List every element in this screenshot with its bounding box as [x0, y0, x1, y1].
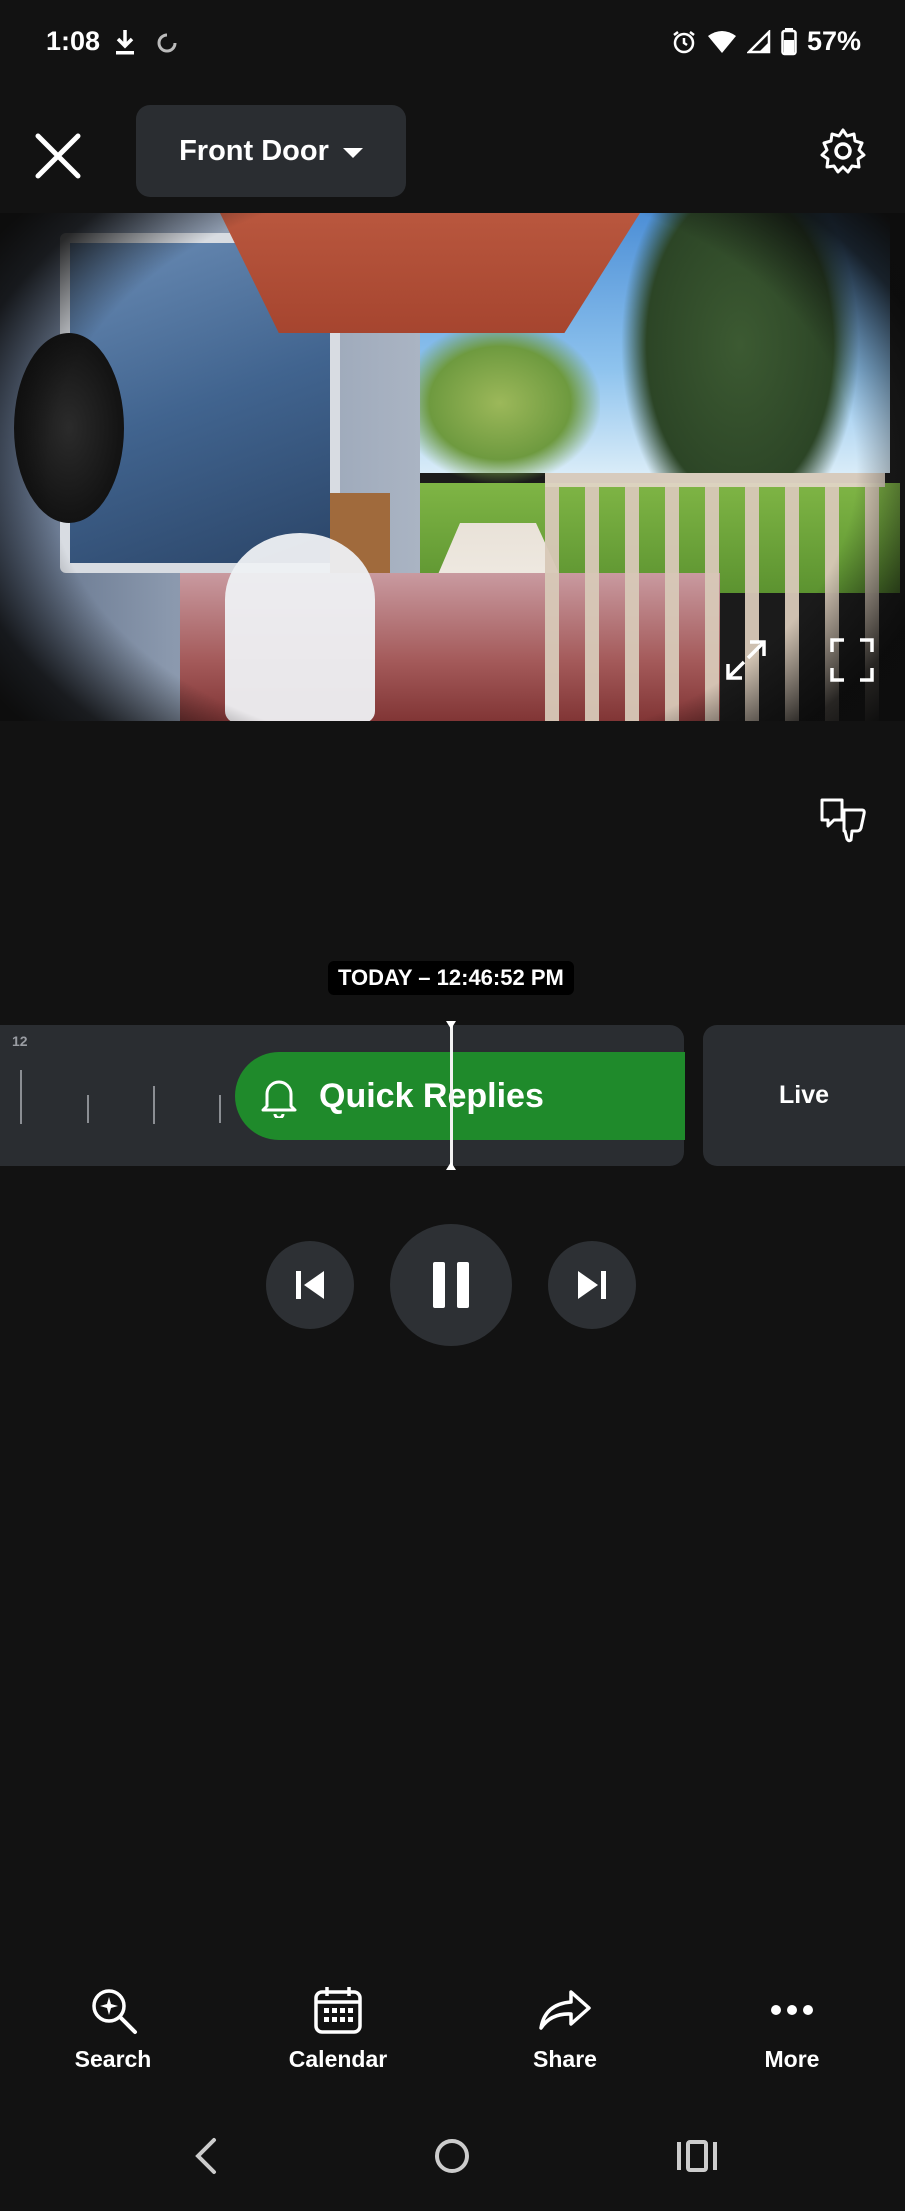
- battery-percent: 57%: [806, 26, 861, 56]
- timeline-tick: [20, 1070, 22, 1124]
- skip-previous-icon: [296, 1271, 324, 1299]
- bell-icon: [261, 1080, 297, 1118]
- pause-button[interactable]: [390, 1224, 512, 1346]
- thumbs-down-feedback-icon[interactable]: [818, 794, 868, 844]
- share-label: Share: [533, 2046, 597, 2072]
- timeline-playhead[interactable]: [450, 1021, 453, 1170]
- timeline-tick: [87, 1095, 89, 1123]
- more-action[interactable]: More: [712, 1984, 872, 2073]
- search-action[interactable]: Search: [33, 1984, 193, 2073]
- calendar-icon: [314, 1987, 362, 2034]
- share-icon: [539, 1990, 591, 2030]
- search-label: Search: [74, 2046, 152, 2072]
- skip-next-icon: [578, 1271, 606, 1299]
- download-icon: [116, 30, 134, 55]
- live-button[interactable]: Live: [703, 1025, 905, 1166]
- timestamp-label: TODAY – 12:46:52 PM: [328, 961, 574, 995]
- more-dots-icon: [771, 2005, 813, 2015]
- home-nav-icon[interactable]: [432, 2136, 472, 2176]
- playhead-cap-bottom: [446, 1162, 456, 1170]
- device-selector[interactable]: Front Door: [136, 105, 406, 197]
- share-action[interactable]: Share: [485, 1984, 645, 2073]
- signal-icon: [746, 29, 771, 53]
- calendar-action[interactable]: Calendar: [258, 1984, 418, 2073]
- calendar-label: Calendar: [288, 2046, 388, 2072]
- battery-icon: [781, 27, 797, 55]
- timeline-tick: [219, 1095, 221, 1123]
- quick-replies-event[interactable]: Quick Replies: [235, 1052, 685, 1140]
- fullscreen-icon[interactable]: [828, 636, 876, 684]
- timeline-tick: [153, 1086, 155, 1124]
- status-right-group: 57%: [671, 26, 861, 57]
- playhead-cap-top: [446, 1021, 456, 1029]
- timeline-hour-label: 12: [12, 1033, 28, 1049]
- more-label: More: [764, 2046, 820, 2072]
- gear-icon[interactable]: [818, 126, 868, 176]
- status-time: 1:08: [46, 26, 101, 56]
- next-button[interactable]: [548, 1241, 636, 1329]
- chevron-down-icon: [342, 148, 363, 158]
- sync-icon: [157, 33, 177, 53]
- device-name: Front Door: [179, 134, 329, 167]
- search-sparkle-icon: [92, 1989, 137, 2034]
- alarm-icon: [673, 30, 695, 53]
- event-label: Quick Replies: [319, 1076, 544, 1115]
- previous-button[interactable]: [266, 1241, 354, 1329]
- back-nav-icon[interactable]: [190, 2136, 220, 2176]
- close-icon[interactable]: [28, 126, 88, 186]
- wifi-icon: [707, 30, 736, 53]
- expand-icon[interactable]: [722, 636, 770, 684]
- pause-icon: [433, 1262, 469, 1308]
- recents-nav-icon[interactable]: [675, 2136, 719, 2176]
